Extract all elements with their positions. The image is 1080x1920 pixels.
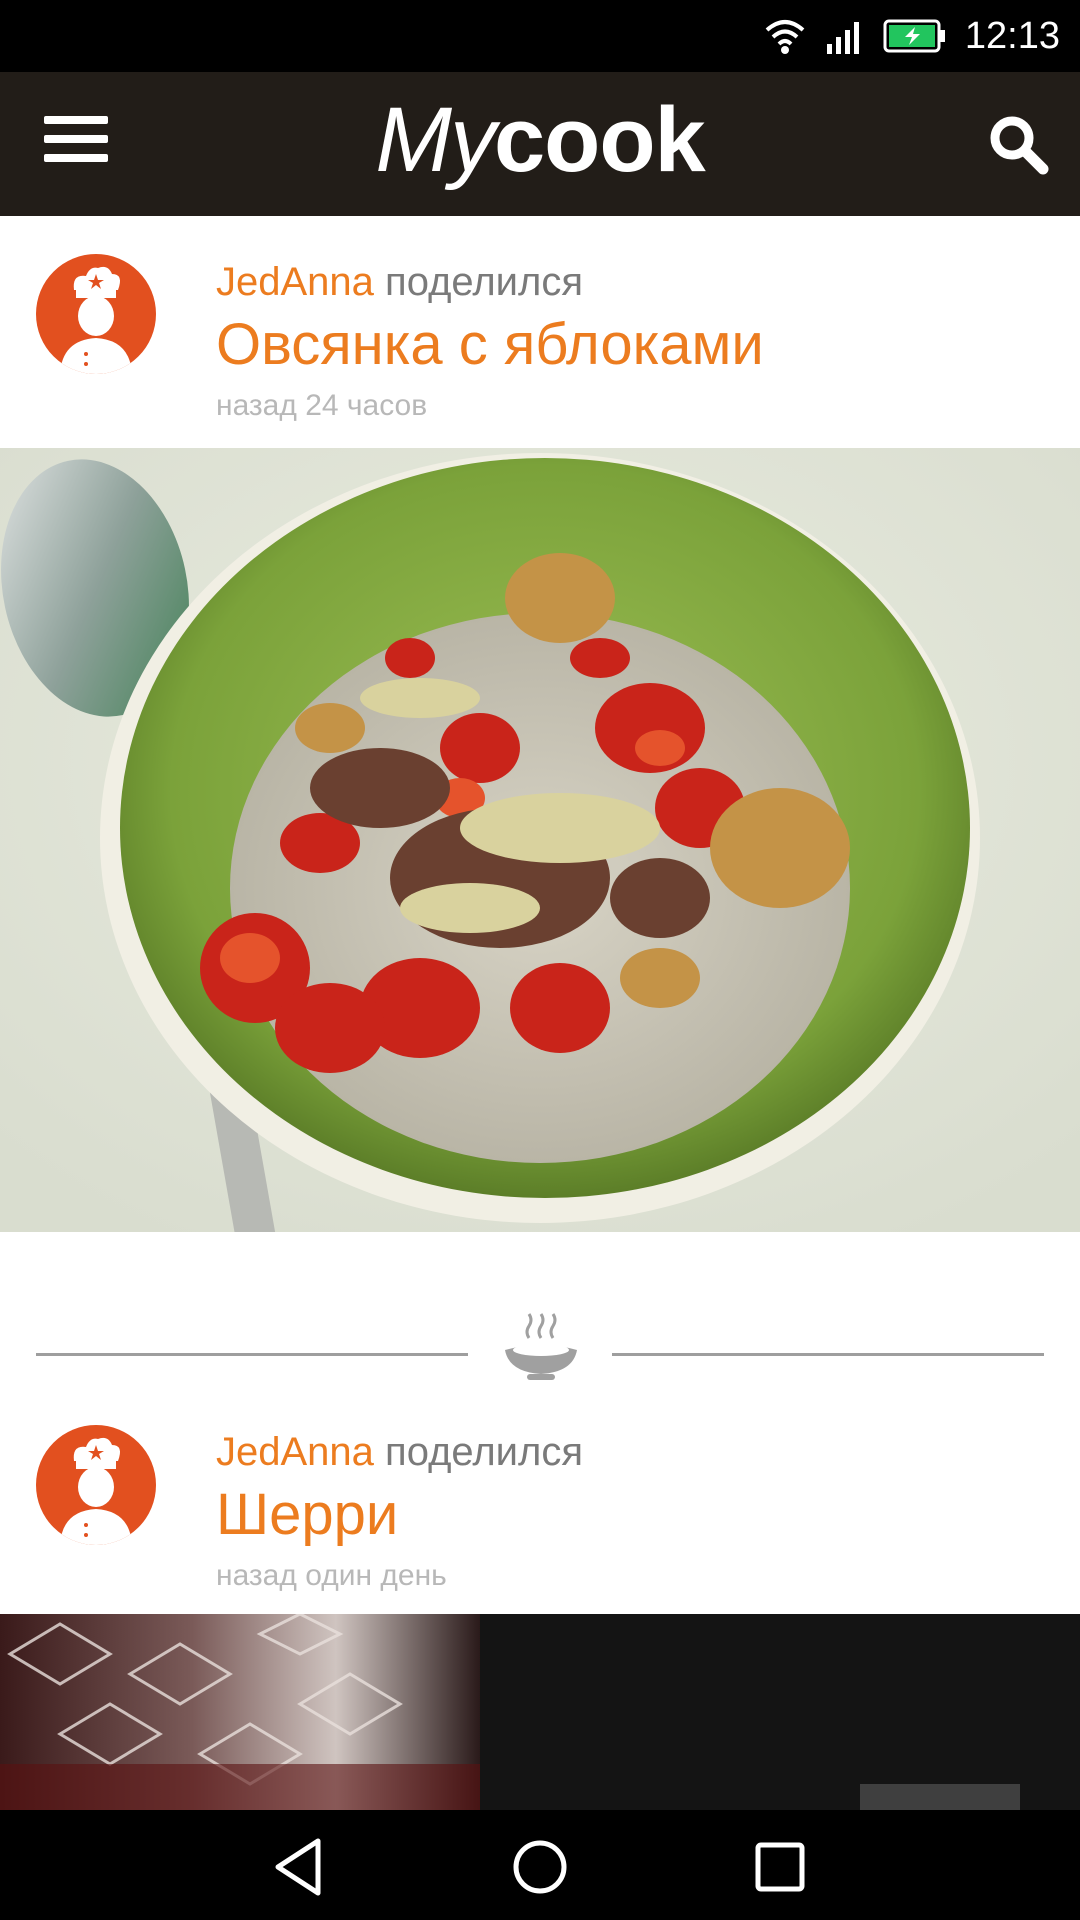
status-time: 12:13 bbox=[964, 14, 1060, 57]
post-title[interactable]: Овсянка с яблоками bbox=[216, 310, 764, 380]
avatar[interactable] bbox=[36, 254, 156, 374]
logo-cook: cook bbox=[493, 89, 706, 191]
post-author[interactable]: JedAnna bbox=[216, 260, 374, 304]
chef-avatar-icon bbox=[60, 266, 132, 374]
chef-avatar-icon bbox=[60, 1437, 132, 1545]
post-title[interactable]: Шерри bbox=[216, 1480, 583, 1550]
home-icon[interactable] bbox=[508, 1835, 572, 1899]
app-bar: Mycook bbox=[0, 72, 1080, 216]
post-action: поделился bbox=[385, 260, 584, 304]
status-bar: 12:13 bbox=[0, 0, 1080, 72]
logo-my: My bbox=[375, 89, 496, 191]
feed-post-header[interactable]: JedAnna поделился Шерри назад один день bbox=[0, 1390, 1080, 1614]
steaming-plate-icon bbox=[505, 1313, 577, 1380]
navigation-bar bbox=[0, 1810, 1080, 1920]
back-icon[interactable] bbox=[268, 1835, 332, 1899]
wifi-icon bbox=[765, 20, 805, 54]
app-logo: Mycook bbox=[0, 90, 1080, 190]
sherry-glass-photo[interactable] bbox=[0, 1614, 1080, 1810]
feed-post-header[interactable]: JedAnna поделился Овсянка с яблоками наз… bbox=[0, 216, 1080, 448]
avatar[interactable] bbox=[36, 1425, 156, 1545]
post-timestamp: назад 24 часов bbox=[216, 389, 428, 422]
signal-icon bbox=[826, 22, 859, 54]
search-icon[interactable] bbox=[986, 112, 1050, 176]
feed-divider bbox=[0, 1300, 1080, 1390]
post-action: поделился bbox=[385, 1430, 584, 1474]
battery-charging-icon bbox=[883, 19, 945, 53]
oatmeal-bowl-photo[interactable] bbox=[0, 448, 1080, 1232]
recents-icon[interactable] bbox=[748, 1835, 812, 1899]
post-timestamp: назад один день bbox=[216, 1559, 447, 1592]
post-author[interactable]: JedAnna bbox=[216, 1430, 374, 1474]
